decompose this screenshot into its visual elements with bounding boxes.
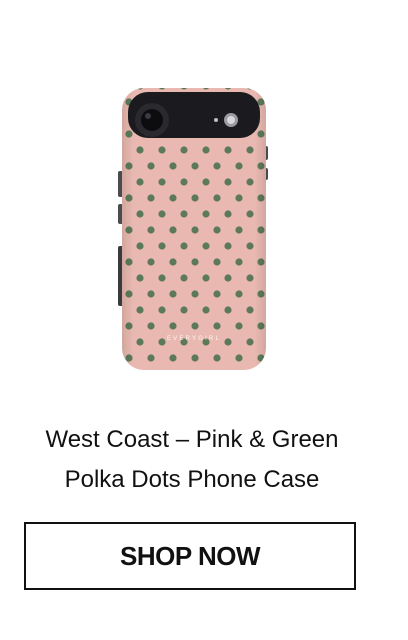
polka-dot — [224, 370, 231, 376]
polka-dot — [268, 114, 274, 121]
polka-dot — [246, 370, 253, 376]
polka-dot — [114, 306, 121, 313]
polka-dot — [268, 242, 274, 249]
phone-case-illustration: EVERYGIRL — [114, 82, 274, 376]
polka-dot — [268, 274, 274, 281]
polka-dot — [114, 82, 121, 89]
polka-dot — [268, 338, 274, 345]
polka-dot — [114, 114, 121, 121]
polka-dot — [158, 370, 165, 376]
camera-lens-icon — [141, 109, 163, 131]
polka-dot — [268, 210, 274, 217]
polka-dot — [268, 370, 274, 376]
product-title[interactable]: West Coast – Pink & Green Polka Dots Pho… — [0, 420, 384, 500]
polka-dot — [114, 338, 121, 345]
polka-dot — [268, 82, 274, 89]
polka-dot — [114, 146, 121, 153]
polka-dot — [202, 370, 209, 376]
product-title-line-2: Polka Dots Phone Case — [64, 466, 320, 493]
product-title-line-1: West Coast – Pink & Green — [45, 426, 339, 453]
product-card: EVERYGIRL West Coast – Pink & Green Polk… — [0, 0, 408, 640]
shop-now-button[interactable]: SHOP NOW — [24, 522, 356, 590]
product-image[interactable]: EVERYGIRL — [104, 76, 274, 376]
polka-dot — [268, 178, 274, 185]
polka-dot — [114, 370, 121, 376]
polka-dot — [180, 370, 187, 376]
polka-dot — [268, 146, 274, 153]
brand-logo-text: EVERYGIRL — [167, 336, 221, 342]
polka-dot — [268, 306, 274, 313]
camera-sensor-icon — [214, 118, 218, 122]
polka-dot — [136, 370, 143, 376]
